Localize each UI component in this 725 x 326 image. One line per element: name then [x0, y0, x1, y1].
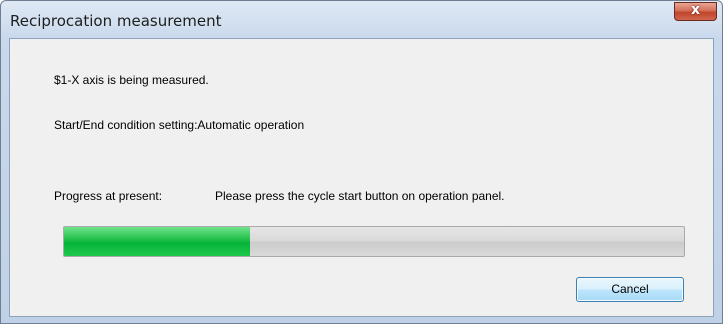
- condition-text: Start/End condition setting:Automatic op…: [54, 118, 305, 132]
- progress-fill: [64, 227, 250, 256]
- title-bar[interactable]: Reciprocation measurement x: [1, 1, 722, 37]
- axis-status-text: $1-X axis is being measured.: [54, 73, 209, 87]
- close-button[interactable]: x: [674, 2, 717, 21]
- dialog-window: Reciprocation measurement x $1-X axis is…: [0, 0, 723, 324]
- close-icon: x: [690, 2, 701, 18]
- progress-label: Progress at present:: [54, 189, 163, 203]
- progress-bar: [63, 226, 685, 257]
- cancel-button[interactable]: Cancel: [576, 277, 684, 302]
- progress-instruction: Please press the cycle start button on o…: [215, 189, 505, 203]
- dialog-content: $1-X axis is being measured. Start/End c…: [9, 38, 714, 317]
- window-title: Reciprocation measurement: [10, 12, 222, 30]
